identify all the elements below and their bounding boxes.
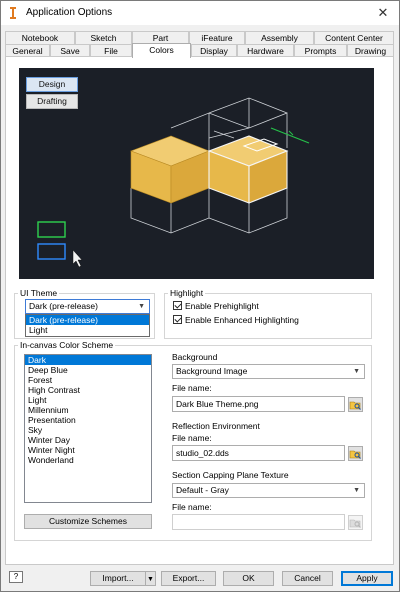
import-button[interactable]: Import...: [90, 571, 146, 586]
export-button[interactable]: Export...: [161, 571, 216, 586]
ok-button[interactable]: OK: [223, 571, 274, 586]
capping-select[interactable]: Default - Gray ▼: [172, 483, 365, 498]
reflection-file-label: File name:: [172, 433, 212, 443]
list-item[interactable]: Winter Night: [25, 445, 151, 455]
prehighlight-label: Enable Prehighlight: [185, 301, 259, 311]
list-item[interactable]: Presentation: [25, 415, 151, 425]
ui-theme-select[interactable]: Dark (pre-release) ▼: [25, 299, 150, 314]
close-icon[interactable]: ✕: [373, 4, 393, 22]
reflection-browse-button[interactable]: [348, 446, 363, 461]
tab-ifeature[interactable]: iFeature: [189, 31, 245, 44]
ui-theme-dropdown-list: Dark (pre-release) Light: [25, 314, 150, 337]
capping-file-label: File name:: [172, 502, 212, 512]
tab-row-top: Notebook Sketch Part iFeature Assembly C…: [5, 31, 394, 44]
list-item[interactable]: High Contrast: [25, 385, 151, 395]
green-swatch-outline: [37, 221, 66, 238]
prehighlight-checkbox[interactable]: [173, 301, 182, 310]
enhanced-highlighting-checkbox[interactable]: [173, 315, 182, 324]
customize-schemes-button[interactable]: Customize Schemes: [24, 514, 152, 529]
list-item[interactable]: Wonderland: [25, 455, 151, 465]
tab-content-center[interactable]: Content Center: [314, 31, 394, 44]
color-preview-canvas: Design Drafting: [19, 68, 374, 279]
folder-browse-icon: [349, 519, 361, 528]
list-item[interactable]: Winter Day: [25, 435, 151, 445]
ui-theme-option-dark[interactable]: Dark (pre-release): [26, 315, 149, 325]
apply-button[interactable]: Apply: [341, 571, 393, 586]
color-scheme-label: In-canvas Color Scheme: [18, 340, 116, 350]
window-title: Application Options: [26, 7, 113, 18]
reflection-file-field[interactable]: studio_02.dds: [172, 445, 345, 461]
application-options-window: Application Options ✕ Notebook Sketch Pa…: [0, 0, 400, 592]
help-icon[interactable]: ?: [9, 571, 23, 583]
chevron-down-icon: ▼: [353, 368, 360, 375]
cancel-button[interactable]: Cancel: [282, 571, 333, 586]
ui-theme-value: Dark (pre-release): [29, 301, 98, 311]
ui-theme-option-light[interactable]: Light: [26, 325, 149, 335]
blue-swatch-outline: [37, 243, 66, 260]
folder-browse-icon: [349, 401, 361, 410]
title-bar: Application Options ✕: [1, 1, 399, 25]
mouse-cursor-icon: [72, 249, 83, 268]
tab-colors[interactable]: Colors: [132, 43, 191, 58]
chevron-down-icon: ▼: [353, 487, 360, 494]
tab-sketch[interactable]: Sketch: [75, 31, 132, 44]
tab-notebook[interactable]: Notebook: [5, 31, 75, 44]
list-item[interactable]: Dark: [25, 355, 151, 365]
folder-browse-icon: [349, 450, 361, 459]
import-dropdown-button[interactable]: ▼: [145, 571, 156, 586]
list-item[interactable]: Deep Blue: [25, 365, 151, 375]
colors-tab-panel: Design Drafting UI Theme Dark (pre-relea…: [5, 56, 394, 565]
enhanced-highlighting-label: Enable Enhanced Highlighting: [185, 315, 299, 325]
list-item[interactable]: Millennium: [25, 405, 151, 415]
reflection-label: Reflection Environment: [172, 421, 260, 431]
color-scheme-list[interactable]: Dark Deep Blue Forest High Contrast Ligh…: [24, 354, 152, 503]
preview-scene: [37, 97, 310, 268]
green-sketch-marker: [270, 127, 310, 144]
capping-label: Section Capping Plane Texture: [172, 470, 289, 480]
highlight-label: Highlight: [168, 288, 206, 298]
chevron-down-icon: ▼: [138, 303, 145, 310]
background-value: Background Image: [176, 366, 248, 376]
inventor-app-icon: [8, 7, 18, 19]
chevron-down-icon: ▼: [147, 576, 154, 583]
background-file-label: File name:: [172, 383, 212, 393]
enhanced-highlighting-checkbox-row[interactable]: Enable Enhanced Highlighting: [173, 315, 299, 326]
capping-browse-button[interactable]: [348, 515, 363, 530]
tab-assembly[interactable]: Assembly: [245, 31, 314, 44]
prehighlight-checkbox-row[interactable]: Enable Prehighlight: [173, 301, 259, 312]
background-file-field[interactable]: Dark Blue Theme.png: [172, 396, 345, 412]
list-item[interactable]: Light: [25, 395, 151, 405]
list-item[interactable]: Sky: [25, 425, 151, 435]
list-item[interactable]: Forest: [25, 375, 151, 385]
background-select[interactable]: Background Image ▼: [172, 364, 365, 379]
capping-value: Default - Gray: [176, 485, 229, 495]
background-browse-button[interactable]: [348, 397, 363, 412]
capping-file-field[interactable]: [172, 514, 345, 530]
background-label: Background: [172, 352, 218, 362]
ui-theme-label: UI Theme: [18, 288, 60, 298]
